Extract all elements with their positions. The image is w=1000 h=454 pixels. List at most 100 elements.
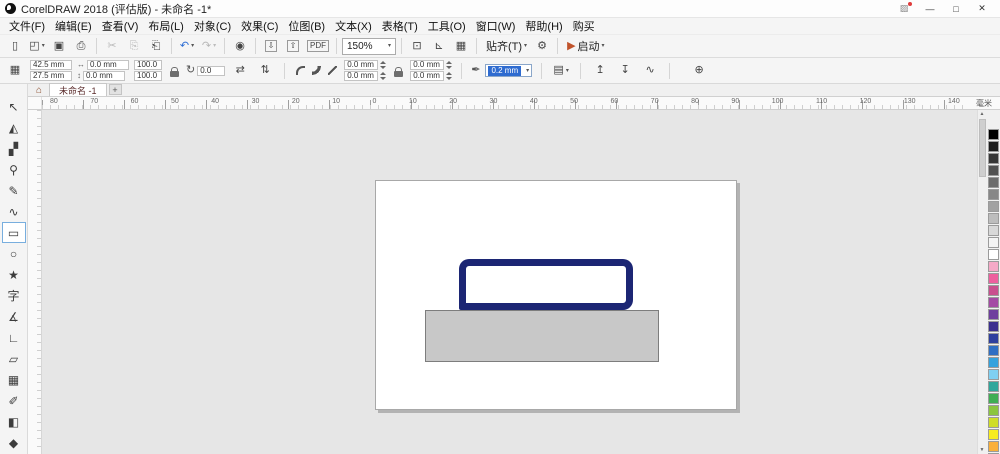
stepper[interactable]: [380, 72, 387, 80]
copy-button[interactable]: ⎘: [124, 36, 144, 56]
snap-to-button[interactable]: 贴齐(T) ▾: [482, 36, 531, 56]
smart-fill-tool[interactable]: ◆: [2, 432, 26, 453]
menu-item[interactable]: 帮助(H): [520, 18, 567, 34]
wrap-text-button[interactable]: ▤ ▾: [551, 61, 571, 81]
pdf-button[interactable]: PDF: [305, 36, 331, 56]
size-width-field[interactable]: 0.0 mm: [87, 60, 129, 70]
color-swatch[interactable]: [987, 273, 999, 284]
color-eyedropper-tool[interactable]: ✐: [2, 390, 26, 411]
horizontal-ruler[interactable]: 80 70 60 50 40 30 20 10 0 10 20 30 40 50 60 70 80 90 100 11…: [28, 97, 1000, 110]
stepper[interactable]: [380, 61, 387, 69]
color-swatch[interactable]: [987, 177, 999, 188]
menu-item[interactable]: 文本(X): [330, 18, 377, 34]
freehand-tool[interactable]: ✎: [2, 180, 26, 201]
cut-button[interactable]: ✂: [102, 36, 122, 56]
scroll-up-button[interactable]: ▲: [980, 111, 985, 117]
menu-item[interactable]: 文件(F): [4, 18, 50, 34]
position-x-field[interactable]: 42.5 mm: [30, 60, 72, 70]
corner-radius-bl-field[interactable]: 0.0 mm: [344, 71, 379, 81]
color-swatch[interactable]: [987, 249, 999, 260]
welcome-tab[interactable]: ⌂: [31, 84, 47, 96]
crop-tool[interactable]: ▞: [2, 138, 26, 159]
close-button[interactable]: ✕: [969, 0, 995, 17]
lock-corner-radius-button[interactable]: [391, 62, 405, 80]
menu-item[interactable]: 位图(B): [283, 18, 330, 34]
save-button[interactable]: ▣: [49, 36, 69, 56]
drawing-page[interactable]: [375, 180, 737, 410]
corner-radius-tr-field[interactable]: 0.0 mm: [410, 60, 445, 70]
outline-width-combo[interactable]: 0.2 mm ▾: [485, 64, 533, 77]
color-swatch[interactable]: [987, 321, 999, 332]
color-swatch[interactable]: [987, 309, 999, 320]
workspace-grid-button[interactable]: ▦: [5, 61, 25, 81]
rotation-angle-field[interactable]: 0.0: [197, 65, 226, 76]
menu-item[interactable]: 工具(O): [423, 18, 471, 34]
menu-item[interactable]: 查看(V): [97, 18, 144, 34]
color-swatch[interactable]: [987, 189, 999, 200]
color-swatch[interactable]: [987, 285, 999, 296]
whats-new-icon[interactable]: ▨: [891, 0, 917, 17]
options-button[interactable]: ⚙: [532, 36, 552, 56]
size-height-field[interactable]: 0.0 mm: [83, 71, 125, 81]
import-button[interactable]: ⇩: [261, 36, 281, 56]
color-swatch[interactable]: [987, 129, 999, 140]
connector-tool[interactable]: ∟: [2, 327, 26, 348]
round-corner-button[interactable]: [294, 64, 307, 77]
paste-button[interactable]: ⎗: [146, 36, 166, 56]
redo-button[interactable]: ↷ ▾: [199, 36, 219, 56]
fullscreen-preview-button[interactable]: ⊡: [407, 36, 427, 56]
mirror-horizontal-button[interactable]: ⇄: [230, 61, 250, 81]
book-cover-shape[interactable]: [459, 259, 633, 310]
chamfered-corner-button[interactable]: [326, 64, 339, 77]
menu-item[interactable]: 购买: [568, 18, 600, 34]
menu-item[interactable]: 表格(T): [377, 18, 423, 34]
color-swatch[interactable]: [987, 261, 999, 272]
stepper[interactable]: [446, 61, 453, 69]
color-swatch[interactable]: [987, 417, 999, 428]
to-front-button[interactable]: ↥: [590, 61, 610, 81]
to-back-button[interactable]: ↧: [615, 61, 635, 81]
position-y-field[interactable]: 27.5 mm: [30, 71, 72, 81]
scale-x-field[interactable]: 100.0: [134, 60, 162, 70]
color-swatch[interactable]: [987, 153, 999, 164]
base-rectangle-shape[interactable]: [425, 310, 659, 362]
interactive-fill-tool[interactable]: ◧: [2, 411, 26, 432]
zoom-tool[interactable]: ⚲: [2, 159, 26, 180]
scrollbar-thumb[interactable]: [978, 119, 986, 177]
mirror-vertical-button[interactable]: ⇅: [255, 61, 275, 81]
drop-shadow-tool[interactable]: ▱: [2, 348, 26, 369]
show-rulers-button[interactable]: ⊾: [429, 36, 449, 56]
minimize-button[interactable]: —: [917, 0, 943, 17]
scroll-down-button[interactable]: ▼: [980, 447, 985, 453]
color-swatch[interactable]: [987, 165, 999, 176]
color-swatch[interactable]: [987, 429, 999, 440]
transparency-tool[interactable]: ▦: [2, 369, 26, 390]
menu-item[interactable]: 效果(C): [236, 18, 283, 34]
rectangle-tool[interactable]: ▭: [1, 222, 26, 243]
corner-radius-br-field[interactable]: 0.0 mm: [410, 71, 445, 81]
export-button[interactable]: ⇧: [283, 36, 303, 56]
maximize-button[interactable]: □: [943, 0, 969, 17]
undo-button[interactable]: ↶ ▾: [177, 36, 197, 56]
color-swatch[interactable]: [987, 357, 999, 368]
ellipse-tool[interactable]: ○: [2, 243, 26, 264]
color-swatch[interactable]: [987, 333, 999, 344]
canvas[interactable]: [42, 110, 977, 454]
convert-to-curves-button[interactable]: ∿: [640, 61, 660, 81]
color-swatch[interactable]: [987, 369, 999, 380]
zoom-level-combo[interactable]: 150% ▾: [342, 37, 396, 55]
document-tab[interactable]: 未命名 -1: [49, 83, 107, 96]
color-swatch[interactable]: [987, 381, 999, 392]
parallel-dimension-tool[interactable]: ∡: [2, 306, 26, 327]
color-swatch[interactable]: [987, 213, 999, 224]
menu-item[interactable]: 布局(L): [143, 18, 188, 34]
show-grid-button[interactable]: ▦: [451, 36, 471, 56]
color-swatch[interactable]: [987, 237, 999, 248]
pick-tool[interactable]: ↖: [2, 96, 26, 117]
artistic-media-tool[interactable]: ∿: [2, 201, 26, 222]
vertical-scrollbar[interactable]: ▲ ▼: [977, 110, 986, 454]
menu-item[interactable]: 窗口(W): [471, 18, 521, 34]
print-button[interactable]: ⎙: [71, 36, 91, 56]
color-swatch[interactable]: [987, 225, 999, 236]
color-swatch[interactable]: [987, 345, 999, 356]
